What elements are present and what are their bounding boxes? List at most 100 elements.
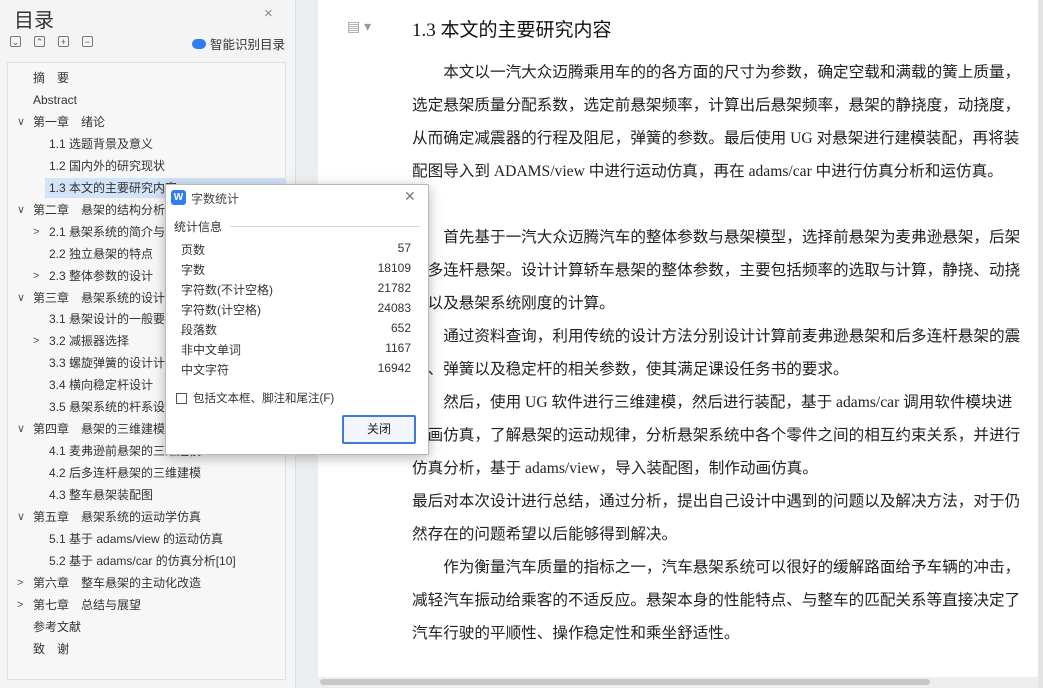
toc-item-label: 4.3 整车悬架装配图 <box>49 488 154 503</box>
toc-item-label: 3.2 减振器选择 <box>49 334 130 349</box>
cloud-icon <box>192 38 206 49</box>
stat-value: 1167 <box>385 341 411 355</box>
toc-item-label: 第七章 总结与展望 <box>33 597 142 612</box>
stat-row: 非中文单词 1167 <box>181 338 411 358</box>
stat-row: 字符数(不计空格) 21782 <box>181 278 411 298</box>
chevron-down-icon[interactable]: ∨ <box>17 288 27 308</box>
body-paragraph[interactable]: 首先基于一汽大众迈腾汽车的整体参数与悬架模型，选择前悬架为麦弗逊悬架，后架为多连… <box>412 221 1022 320</box>
stat-label: 页数 <box>181 243 206 257</box>
body-paragraph[interactable]: 然后，使用 UG 软件进行三维建模，然后进行装配，基于 adams/car 调用… <box>412 386 1022 485</box>
toc-item-label: 第一章 绪论 <box>33 114 106 129</box>
toc-item[interactable]: ∨ 第五章 悬架系统的运动学仿真 <box>8 507 285 527</box>
toc-item-label: 第五章 悬架系统的运动学仿真 <box>33 510 202 524</box>
toc-item-label: 3.3 螺旋弹簧的设计计 <box>49 356 166 371</box>
toc-item[interactable]: > 第六章 整车悬架的主动化改造 <box>8 573 285 593</box>
toc-item-label: 致 谢 <box>33 641 70 656</box>
stat-row: 字符数(计空格) 24083 <box>181 298 411 318</box>
toc-item-label: 第六章 整车悬架的主动化改造 <box>33 575 202 590</box>
wps-logo-icon: W <box>171 190 186 205</box>
close-icon[interactable]: × <box>264 5 273 22</box>
stat-row: 字数 18109 <box>181 258 411 278</box>
toc-item-label: 1.3 本文的主要研究内容 <box>49 180 178 195</box>
chevron-down-icon[interactable]: ∨ <box>17 507 27 527</box>
chevron-down-icon[interactable]: ∨ <box>17 419 27 439</box>
toc-item-label: 1.2 国内外的研究现状 <box>49 158 166 173</box>
toc-item[interactable]: Abstract <box>8 90 285 110</box>
toc-item-label: 摘 要 <box>33 71 70 85</box>
toc-item-label: 参考文献 <box>33 619 82 634</box>
body-paragraph[interactable]: 通过资料查询，利用传统的设计方法分别设计计算前麦弗逊悬架和后多连杆悬架的震器、弹… <box>412 320 1022 386</box>
smart-toc-button[interactable]: 智能识别目录 <box>192 34 285 53</box>
chevron-down-icon[interactable]: ∨ <box>17 112 27 132</box>
body-paragraph[interactable]: 本文以一汽大众迈腾乘用车的的各方面的尺寸为参数，确定空载和满载的簧上质量，选定悬… <box>412 56 1022 188</box>
toc-item[interactable]: 致 谢 <box>8 639 285 659</box>
stat-value: 18109 <box>377 261 411 275</box>
scroll-thumb[interactable] <box>320 679 930 685</box>
vertical-scrollbar[interactable] <box>1038 0 1043 688</box>
collapse-all-icon[interactable]: ⌄ <box>10 36 21 47</box>
toc-item-label: 5.1 基于 adams/view 的运动仿真 <box>49 531 224 546</box>
stat-label: 段落数 <box>181 323 218 337</box>
chevron-right-icon[interactable]: > <box>33 266 43 286</box>
chevron-down-icon[interactable]: ∨ <box>17 200 27 220</box>
toc-item[interactable]: 5.1 基于 adams/view 的运动仿真 <box>8 529 285 549</box>
dialog-title: 字数统计 <box>191 192 240 206</box>
stat-value: 24083 <box>377 301 411 315</box>
toc-item[interactable]: 1.2 国内外的研究现状 <box>8 156 285 176</box>
section-heading: 1.3 本文的主要研究内容 <box>412 20 612 41</box>
toc-item[interactable]: 5.2 基于 adams/car 的仿真分析[10] <box>8 551 285 571</box>
stat-label: 字数 <box>181 263 206 277</box>
toc-item[interactable]: 摘 要 <box>8 68 285 88</box>
stat-label: 非中文单词 <box>181 343 242 357</box>
close-button[interactable]: 关闭 <box>342 415 416 444</box>
checkbox-label: 包括文本框、脚注和尾注(F) <box>193 393 335 405</box>
toc-item-label: 2.3 整体参数的设计 <box>49 268 154 283</box>
page-outline-icon[interactable]: ▤ ▾ <box>347 18 371 35</box>
expand-icon[interactable]: ⌃ <box>34 36 45 47</box>
horizontal-scrollbar[interactable] <box>318 677 1038 688</box>
toc-item[interactable]: 4.3 整车悬架装配图 <box>8 485 285 505</box>
toc-item[interactable]: > 第七章 总结与展望 <box>8 595 285 615</box>
toc-item[interactable]: 参考文献 <box>8 617 285 637</box>
stat-value: 57 <box>397 241 411 255</box>
chevron-right-icon[interactable]: > <box>33 222 43 242</box>
toc-item[interactable]: 4.2 后多连杆悬架的三维建模 <box>8 463 285 483</box>
add-level-icon[interactable]: + <box>58 36 69 47</box>
stat-value: 652 <box>390 321 411 335</box>
body-paragraph[interactable]: 最后对本次设计进行总结，通过分析，提出自己设计中遇到的问题以及解决方法，对于仍然… <box>412 485 1022 551</box>
chevron-right-icon[interactable]: > <box>33 331 43 351</box>
toc-item-label: 2.1 悬架系统的简介与 <box>49 224 166 239</box>
chevron-right-icon[interactable]: > <box>17 573 27 593</box>
stat-value: 16942 <box>377 361 411 375</box>
smart-toc-label: 智能识别目录 <box>210 38 286 52</box>
body-paragraph[interactable]: 作为衡量汽车质量的指标之一，汽车悬架系统可以很好的缓解路面给予车辆的冲击，减轻汽… <box>412 551 1022 650</box>
stat-label: 字符数(不计空格) <box>181 283 273 297</box>
stat-row: 页数 57 <box>181 238 411 258</box>
remove-level-icon[interactable]: − <box>82 36 93 47</box>
toc-item-label: 3.1 悬架设计的一般要 <box>49 312 166 327</box>
stats-group-label: 统计信息 <box>174 220 223 234</box>
stat-value: 21782 <box>377 281 411 295</box>
toc-item-label: Abstract <box>33 92 78 107</box>
chevron-right-icon[interactable]: > <box>17 595 27 615</box>
toc-item[interactable]: ∨ 第一章 绪论 <box>8 112 285 132</box>
toc-item-label: 第二章 悬架的结构分析 <box>33 202 166 217</box>
stat-label: 中文字符 <box>181 363 230 377</box>
dialog-titlebar[interactable]: W 字数统计 ✕ <box>166 185 428 211</box>
toc-item-label: 第三章 悬架系统的设计 <box>33 290 166 305</box>
divider <box>230 226 420 227</box>
close-icon[interactable]: ✕ <box>404 188 416 205</box>
toc-item-label: 5.2 基于 adams/car 的仿真分析[10] <box>49 553 236 568</box>
toc-item-label: 1.1 选题背景及意义 <box>49 136 154 151</box>
toc-item-label: 4.2 后多连杆悬架的三维建模 <box>49 466 202 481</box>
stat-row: 中文字符 16942 <box>181 358 411 378</box>
toc-item-label: 3.4 横向稳定杆设计 <box>49 378 154 393</box>
include-textbox-checkbox[interactable]: 包括文本框、脚注和尾注(F) <box>176 390 334 406</box>
checkbox-icon[interactable] <box>176 392 187 404</box>
stat-label: 字符数(计空格) <box>181 303 261 317</box>
toc-item-label: 3.5 悬架系统的杆系设 <box>49 400 166 415</box>
toc-item-label: 第四章 悬架的三维建模 <box>33 422 166 437</box>
toc-pane-title: 目录 <box>14 10 54 32</box>
word-count-dialog: W 字数统计 ✕ 统计信息 页数 57 字数 18109 字符数(不计空格) 21782 字… <box>165 184 429 455</box>
toc-item[interactable]: 1.1 选题背景及意义 <box>8 134 285 154</box>
